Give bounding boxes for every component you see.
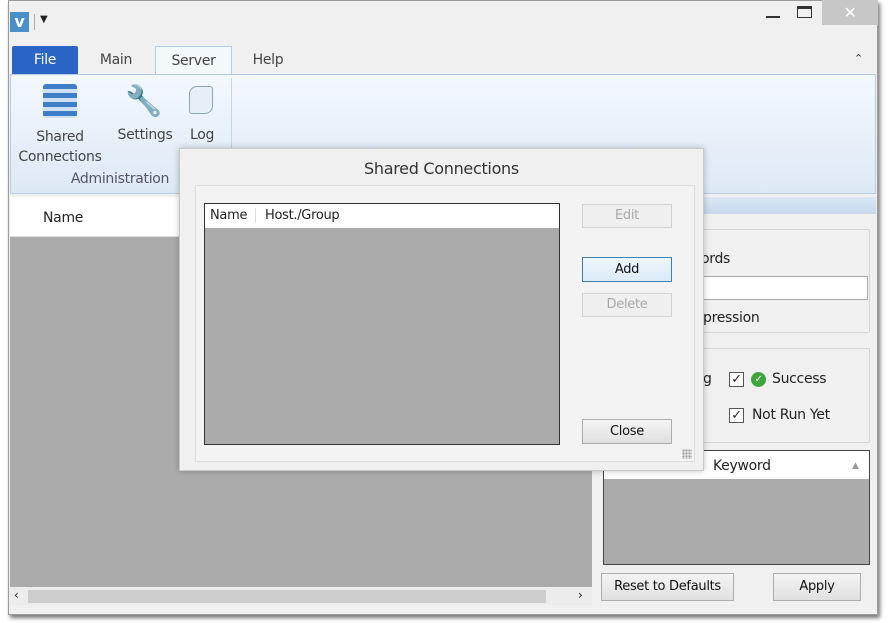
scroll-right-icon[interactable]: ›	[578, 588, 583, 602]
minimize-button[interactable]	[766, 16, 780, 18]
sort-ascending-icon: ▲	[852, 461, 859, 471]
apply-button[interactable]: Apply	[773, 573, 861, 601]
column-header-host-group[interactable]: Host./Group	[265, 208, 340, 223]
customize-quick-access-icon[interactable]: ▼	[40, 14, 48, 25]
resize-grip-icon[interactable]	[682, 449, 692, 459]
regex-label: pression	[703, 310, 760, 326]
delete-button[interactable]: Delete	[582, 293, 672, 317]
collapse-ribbon-icon[interactable]: ⌃	[854, 52, 863, 65]
wrench-icon: 🔧	[125, 84, 163, 119]
column-header-name[interactable]: Name	[43, 210, 83, 226]
shared-connections-button[interactable]: Shared Connections	[14, 127, 106, 167]
scroll-left-icon[interactable]: ‹	[14, 588, 19, 602]
column-header-keyword[interactable]: Keyword	[713, 458, 771, 474]
server-icon	[43, 84, 77, 118]
dialog-title: Shared Connections	[364, 159, 519, 178]
status-label: g	[703, 371, 712, 387]
column-header-name[interactable]: Name	[210, 208, 256, 223]
tab-main[interactable]: Main	[88, 46, 144, 74]
keywords-label: ords	[701, 251, 731, 267]
ribbon-group-label: Administration	[70, 171, 170, 187]
connections-list-header	[205, 204, 559, 228]
scrollbar-thumb[interactable]	[28, 590, 546, 603]
close-button[interactable]: Close	[582, 419, 672, 444]
not-run-yet-checkbox[interactable]: ✓	[729, 408, 744, 423]
tab-help[interactable]: Help	[240, 46, 296, 74]
separator	[34, 14, 35, 30]
log-button[interactable]: Log	[184, 127, 220, 143]
not-run-yet-label: Not Run Yet	[752, 407, 830, 423]
tab-file[interactable]: File	[12, 46, 78, 74]
connections-list[interactable]	[204, 203, 560, 445]
edit-button[interactable]: Edit	[582, 204, 672, 228]
success-label: Success	[772, 371, 827, 387]
app-logo[interactable]: v	[10, 12, 29, 32]
scroll-icon	[189, 86, 213, 114]
maximize-button[interactable]	[797, 6, 812, 18]
success-checkbox[interactable]: ✓	[729, 372, 744, 387]
settings-button[interactable]: Settings	[114, 127, 176, 143]
add-button[interactable]: Add	[582, 257, 672, 282]
reset-to-defaults-button[interactable]: Reset to Defaults	[601, 573, 734, 601]
close-button[interactable]: ✕	[822, 0, 878, 25]
success-icon: ✓	[751, 372, 766, 387]
tab-server[interactable]: Server	[155, 46, 232, 74]
